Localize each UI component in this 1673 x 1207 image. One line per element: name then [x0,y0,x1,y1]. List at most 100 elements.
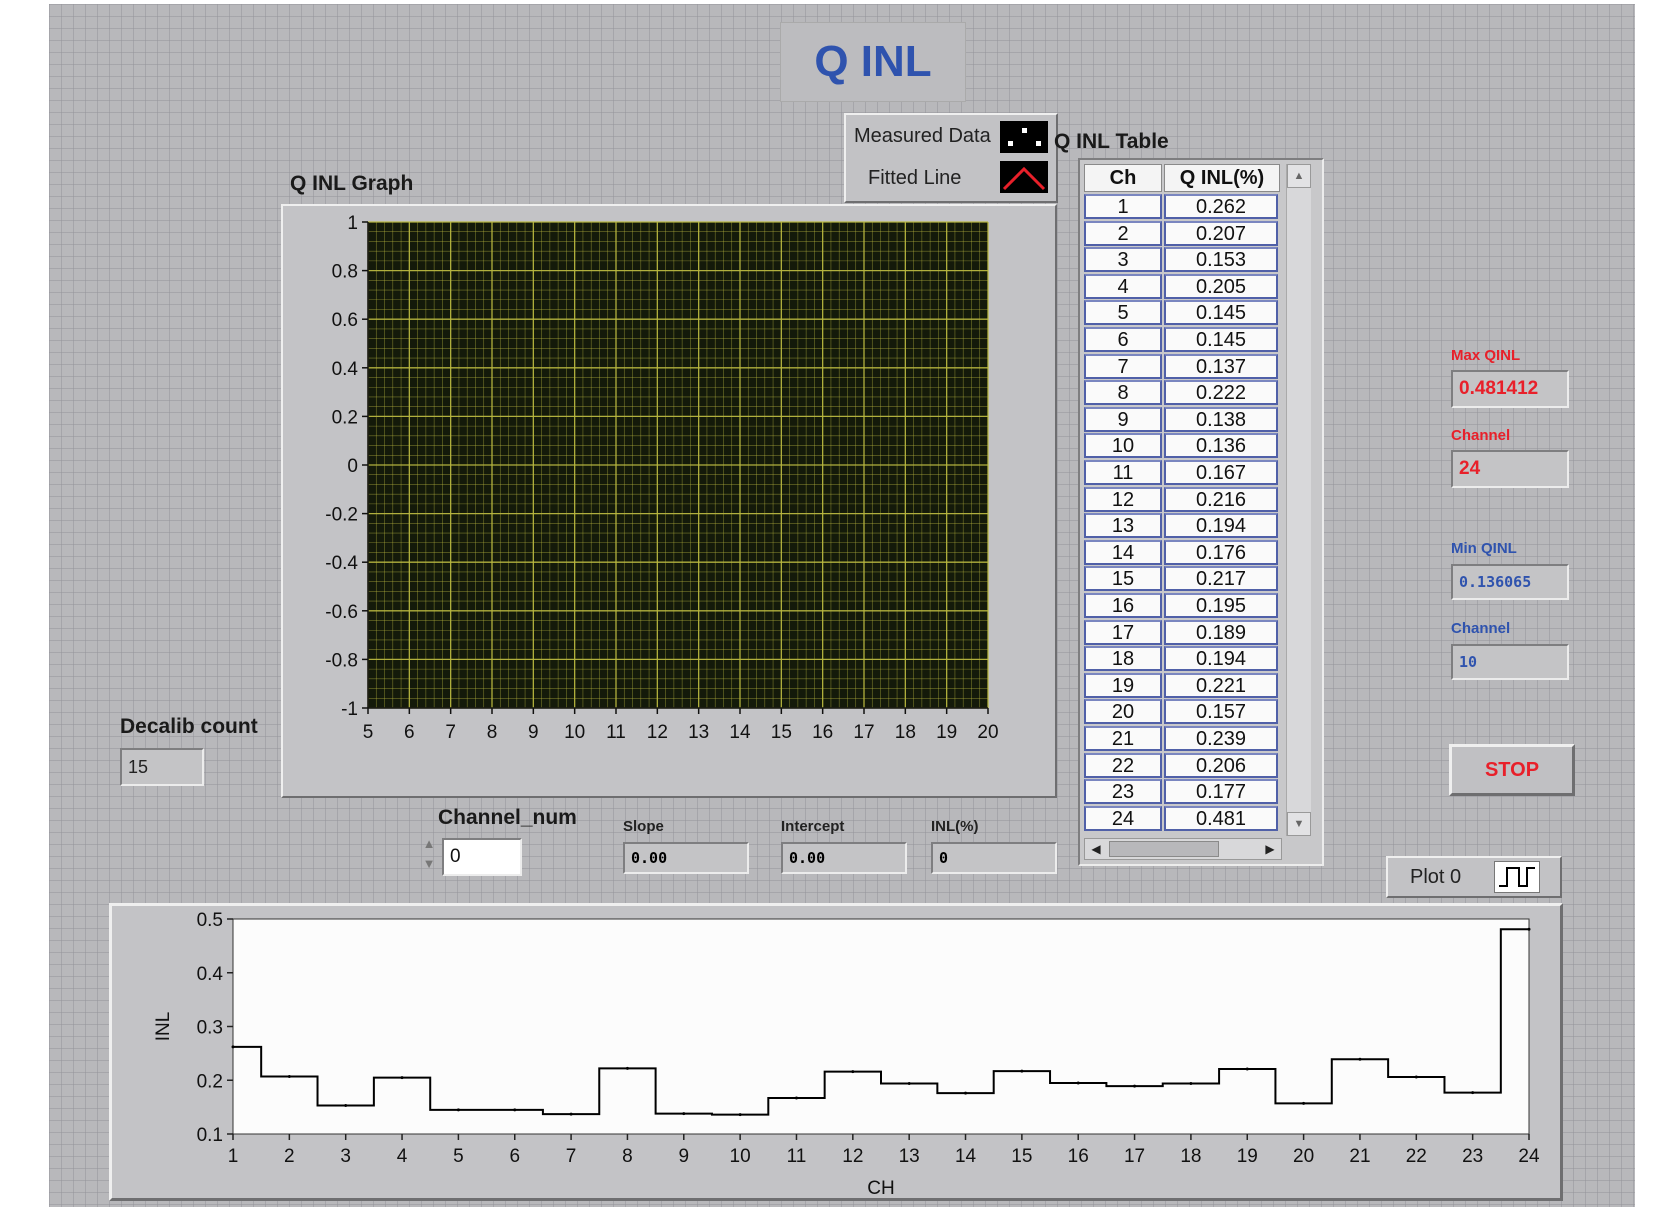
stop-button[interactable]: STOP [1449,744,1575,796]
scroll-thumb[interactable] [1109,841,1219,857]
max-qinl-indicator: 0.481412 [1451,370,1569,408]
table-vertical-scrollbar[interactable]: ▲ ▼ [1286,164,1311,836]
table-cell-qinl: 0.145 [1164,300,1278,326]
table-header-qinl: Q INL(%) [1164,164,1280,192]
table-cell-ch: 13 [1084,513,1162,539]
x-tick-label: 17 [1124,1146,1145,1167]
table-row: 6 0.145 [1084,327,1284,354]
x-tick-label: 2 [284,1146,295,1167]
decrement-arrow-icon[interactable]: ▼ [418,854,440,874]
data-point [1020,1069,1024,1073]
x-tick-label: 10 [730,1146,751,1167]
table-cell-ch: 4 [1084,273,1162,299]
channel-num-stepper[interactable]: ▲ ▼ [418,834,440,878]
data-point [1414,1075,1418,1079]
channel-num-input[interactable]: 0 [442,838,522,876]
table-cell-ch: 6 [1084,327,1162,352]
table-cell-qinl: 0.153 [1164,247,1278,273]
table-cell-qinl: 0.145 [1164,327,1278,352]
inl-step-chart[interactable]: 0.50.40.30.20.11 2 3 4 5 6 7 8 9 10 11 12 13 14 15 16 17… [109,903,1563,1201]
table-cell-qinl: 0.194 [1164,646,1278,672]
table-horizontal-scrollbar[interactable]: ◀ ▶ [1084,838,1282,860]
min-channel-label: Channel [1451,620,1511,637]
scroll-down-arrow-icon[interactable]: ▼ [1287,812,1311,836]
table-cell-qinl: 0.138 [1164,406,1278,432]
x-tick-label: 20 [1293,1146,1314,1167]
data-point [1133,1084,1137,1088]
table-row: 15 0.217 [1084,566,1284,593]
table-cell-ch: 10 [1084,433,1162,459]
x-tick-label: 11 [606,722,626,743]
channel-num-label: Channel_num [438,806,577,829]
table-cell-ch: 20 [1084,699,1162,725]
y-axis-label: INL [153,1012,174,1042]
table-cell-qinl: 0.222 [1164,380,1278,406]
y-tick-label: 0 [347,456,358,477]
table-row: 23 0.177 [1084,779,1284,806]
graph-label: Q INL Graph [290,172,414,195]
scroll-left-arrow-icon[interactable]: ◀ [1085,839,1107,859]
y-tick-label: 1 [347,213,358,234]
table-cell-qinl: 0.137 [1164,353,1278,379]
data-point [625,1066,629,1070]
table-row: 1 0.262 [1084,194,1284,221]
y-tick-label: 0.8 [332,262,358,283]
step-plot-icon[interactable] [1494,861,1540,893]
legend-measured-label: Measured Data [854,125,991,147]
table-cell-qinl: 0.217 [1164,566,1278,592]
x-tick-label: 23 [1462,1146,1483,1167]
table-cell-ch: 5 [1084,300,1162,326]
x-tick-label: 6 [404,722,415,743]
y-tick-label: 0.2 [197,1071,223,1092]
max-channel-indicator: 24 [1451,450,1569,488]
x-tick-label: 16 [812,722,833,743]
intercept-label: Intercept [781,818,845,835]
data-point [513,1108,517,1112]
scatter-points-icon[interactable] [1000,121,1048,153]
table-row: 14 0.176 [1084,539,1284,567]
x-tick-label: 22 [1406,1146,1427,1167]
decalib-count-label: Decalib count [120,715,258,738]
slope-label: Slope [623,818,664,835]
decalib-count-indicator: 15 [120,748,204,786]
table-cell-qinl: 0.481 [1164,805,1278,831]
data-point [851,1070,855,1074]
table-row: 21 0.239 [1084,726,1284,753]
plot-legend-label: Plot 0 [1410,866,1462,888]
data-point [907,1081,911,1085]
x-tick-label: 15 [771,722,792,743]
x-tick-label: 19 [1237,1146,1258,1167]
scroll-up-arrow-icon[interactable]: ▲ [1287,164,1311,188]
table-cell-ch: 7 [1084,353,1162,379]
table-row: 2 0.207 [1084,220,1284,248]
x-tick-label: 1 [228,1146,239,1167]
x-tick-label: 12 [842,1146,863,1167]
table-cell-ch: 17 [1084,619,1162,645]
table-row: 11 0.167 [1084,460,1284,487]
table-row: 9 0.138 [1084,406,1284,434]
data-point [1471,1091,1475,1095]
max-channel-label: Channel [1451,427,1511,444]
page-title: Q INL [780,22,966,102]
table-cell-ch: 9 [1084,406,1162,432]
stop-button-label: STOP [1484,758,1540,781]
x-tick-label: 18 [1180,1146,1201,1167]
data-point [1302,1101,1306,1105]
y-tick-label: 0.4 [332,359,359,380]
scroll-right-arrow-icon[interactable]: ▶ [1259,839,1281,859]
table-cell-qinl: 0.216 [1164,486,1278,512]
x-tick-label: 14 [955,1146,977,1167]
y-tick-label: -0.6 [325,602,358,623]
increment-arrow-icon[interactable]: ▲ [418,834,440,854]
table-cell-ch: 16 [1084,593,1162,618]
table-row: 7 0.137 [1084,353,1284,381]
data-point [964,1091,968,1095]
table-cell-qinl: 0.205 [1164,273,1278,299]
table-cell-ch: 11 [1084,460,1162,485]
table-row: 5 0.145 [1084,300,1284,327]
fitted-line-icon[interactable] [1000,161,1048,193]
table-cell-qinl: 0.194 [1164,513,1278,539]
inl-graph[interactable]: 1 0.8 0.6 0.4 0.2 0 -0.2 -0.4 -0.6 -0.8 -15 6 7 8 9 10 1… [281,204,1057,798]
x-tick-label: 7 [445,722,456,743]
x-tick-label: 19 [936,722,957,743]
